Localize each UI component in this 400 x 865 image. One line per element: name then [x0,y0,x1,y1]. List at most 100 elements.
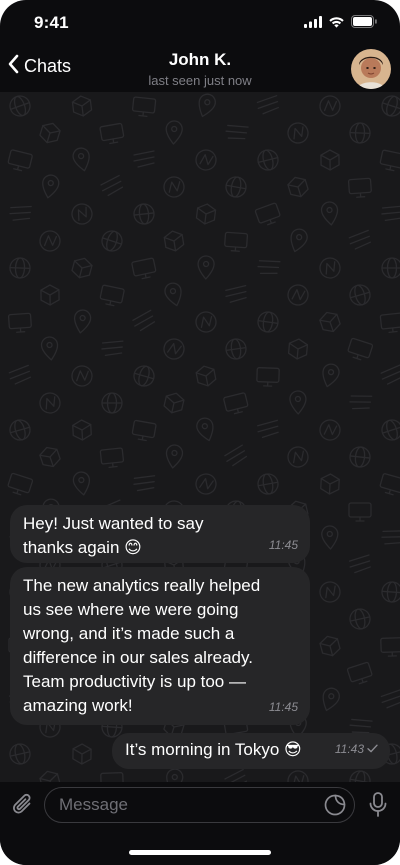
cellular-signal-icon [304,15,322,33]
wallpaper-doodle [319,95,341,117]
wallpaper-doodle [195,311,217,333]
wallpaper-doodle [195,203,217,225]
wallpaper-doodle [133,365,155,387]
wallpaper-doodle [320,149,340,171]
wallpaper-doodle [225,124,249,140]
wallpaper-doodle [42,174,60,199]
wallpaper-doodle [348,554,371,574]
wallpaper-doodle [257,473,279,495]
wallpaper-doodle [379,312,400,334]
avatar[interactable] [351,49,391,89]
wallpaper-doodle [379,149,400,172]
wallpaper-doodle [100,772,124,782]
contact-info[interactable]: John K. last seen just now [0,50,400,88]
battery-icon [351,15,378,33]
wallpaper-doodle [257,260,281,274]
wallpaper-doodle [132,309,156,332]
wallpaper-doodle [320,473,340,495]
microphone-icon[interactable] [367,791,389,824]
wallpaper-doodle [72,471,91,496]
wallpaper-doodle [224,231,249,252]
wallpaper-doodle [224,444,248,467]
wallpaper-doodle [198,93,216,118]
wallpaper-doodle [257,419,279,439]
wallpaper-doodle [254,202,281,226]
wallpaper-doodle [287,176,309,198]
wallpaper-doodle [349,446,371,468]
wallpaper-doodle [163,338,185,360]
wallpaper-doodle [256,367,280,387]
wallpaper-doodle [380,364,400,385]
wallpaper-doodle [72,419,92,441]
wallpaper-doodle [133,203,155,225]
wallpaper-doodle [196,417,214,442]
message-time: 11:45 [268,538,298,552]
message-bubble-incoming[interactable]: The new analytics really helped us see w… [10,567,310,725]
wallpaper-doodle [71,257,93,279]
wallpaper-doodle [319,635,341,657]
wallpaper-doodle [320,201,339,226]
last-seen-status: last seen just now [148,73,252,88]
wallpaper-doodle [39,392,61,414]
message-bubble-outgoing[interactable]: It’s morning in Tokyo 😎 11:43 [112,733,390,769]
wallpaper-doodle [287,122,309,144]
wallpaper-doodle [322,363,340,388]
message-bubble-incoming[interactable]: Hey! Just wanted to say thanks again 😊 1… [10,505,310,563]
wallpaper-doodle [287,770,309,782]
wallpaper-doodle [7,312,32,333]
wallpaper-doodle [7,472,34,496]
message-input-bar [0,782,400,865]
wallpaper-doodle [99,122,125,145]
wallpaper-doodle [197,255,215,280]
wallpaper-doodle [101,392,123,414]
wallpaper-doodle [40,336,59,361]
wallpaper-doodle [9,257,31,279]
sent-check-icon [367,737,378,761]
wallpaper-doodle [225,176,247,198]
message-time-status: 11:43 [335,737,378,761]
contact-name: John K. [168,50,232,69]
home-indicator [129,850,271,855]
wallpaper-doodle [71,95,93,117]
wallpaper-doodle [348,502,372,522]
message-time: 11:43 [334,742,364,756]
wallpaper-doodle [9,95,31,117]
wallpaper-doodle [9,743,31,765]
message-input[interactable] [44,787,355,823]
wallpaper-doodle [164,282,182,307]
status-time: 9:41 [34,13,69,32]
wallpaper-doodle [349,395,373,410]
sticker-icon[interactable] [324,794,346,821]
wallpaper-doodle [165,120,183,145]
wallpaper-doodle [71,365,93,387]
wallpaper-doodle [195,365,217,387]
wallpaper-doodle [319,257,341,279]
wallpaper-doodle [289,390,307,415]
wallpaper-doodle [321,525,339,550]
wallpaper-doodle [101,230,123,252]
wallpaper-doodle [8,364,32,385]
paperclip-icon[interactable] [12,792,34,823]
wifi-icon [328,15,345,33]
wallpaper-doodle [223,392,249,415]
wallpaper-doodle [73,309,92,334]
status-icons [304,15,378,33]
wallpaper-doodle [347,337,374,361]
wallpaper-doodle [381,205,400,221]
wallpaper-doodle [381,581,400,603]
wallpaper-doodle [133,475,156,492]
message-text: Hey! Just wanted to say thanks again 😊 [23,514,204,557]
phone-screen: 9:41 Chats John K. last seen just now He… [0,0,400,865]
wallpaper-doodle [347,177,372,198]
wallpaper-doodle [100,174,124,197]
wallpaper-doodle [195,473,217,495]
wallpaper-doodle [101,340,124,356]
wallpaper-doodle [257,149,279,171]
wallpaper-doodle [39,230,61,252]
wallpaper-doodle [133,150,155,168]
wallpaper-doodle [131,257,157,280]
wallpaper-doodle [225,285,247,303]
wallpaper-doodle [287,338,309,360]
wallpaper-doodle [319,419,341,441]
chat-header: Chats John K. last seen just now [0,44,400,92]
